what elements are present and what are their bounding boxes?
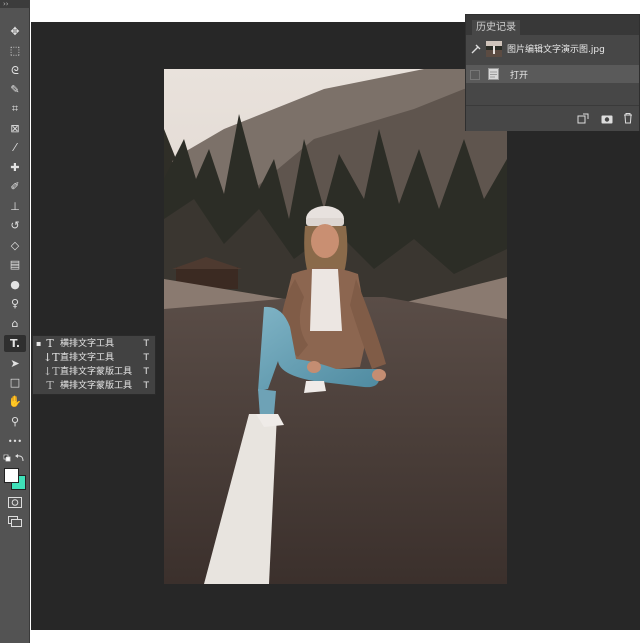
history-panel-tabbar: 历史记录	[466, 15, 639, 40]
tools-panel: ›› ✥ ⬚ ᘓ ✎ ⌗ ⊠ ⁄ ✚ ✐ ⊥ ↺ ◇ ▤ ● ♀ ⌂ T. ➤ …	[0, 0, 30, 643]
trash-icon[interactable]	[623, 112, 633, 124]
marquee-tool-icon[interactable]: ⬚	[4, 42, 26, 59]
panel-collapse-grip[interactable]: ››	[0, 0, 30, 8]
default-swap-colors-icon[interactable]	[3, 453, 27, 463]
history-brush-source-icon[interactable]	[470, 43, 482, 55]
flyout-item-label: 横排文字工具	[60, 339, 115, 349]
brush-tool-icon[interactable]: ✐	[4, 178, 26, 195]
pen-tool-icon[interactable]: ⌂	[4, 315, 26, 332]
history-footer	[466, 105, 639, 131]
flyout-item-shortcut: T	[143, 339, 150, 349]
hand-tool-icon[interactable]: ✋	[4, 393, 26, 410]
history-step-label: 打开	[510, 71, 529, 81]
history-panel: 历史记录 图片编辑文字演示图.jpg 打开	[465, 14, 640, 131]
dodge-tool-icon[interactable]: ♀	[4, 295, 26, 312]
snapshot-label: 图片编辑文字演示图.jpg	[507, 45, 605, 55]
quick-mask-icon[interactable]	[8, 497, 22, 508]
clone-stamp-tool-icon[interactable]: ⊥	[4, 198, 26, 215]
vertical-type-mask-icon: ↓T	[43, 365, 60, 378]
flyout-item-vertical-type[interactable]: ↓T 直排文字工具 T	[33, 351, 155, 365]
document-step-icon	[488, 68, 499, 80]
type-tool-flyout-menu: ▪ T 横排文字工具 T ↓T 直排文字工具 T ↓T 直排文字蒙版工具 T T…	[32, 335, 156, 395]
flyout-item-label: 直排文字工具	[60, 353, 115, 363]
frame-tool-icon[interactable]: ⊠	[4, 120, 26, 137]
screen-mode-icon[interactable]	[8, 516, 22, 527]
more-tools-icon[interactable]: •••	[4, 433, 26, 450]
flyout-item-shortcut: T	[143, 381, 150, 391]
vertical-type-icon: ↓T	[43, 351, 60, 364]
new-document-from-state-icon[interactable]	[577, 113, 589, 124]
type-tool-icon[interactable]: T.	[4, 335, 26, 352]
horizontal-type-mask-icon: T	[46, 379, 54, 392]
foreground-color-swatch[interactable]	[4, 468, 19, 483]
blur-tool-icon[interactable]: ●	[4, 276, 26, 293]
history-source-checkbox[interactable]	[470, 70, 480, 80]
crop-tool-icon[interactable]: ⌗	[4, 100, 26, 117]
quick-select-tool-icon[interactable]: ✎	[4, 81, 26, 98]
flyout-item-horizontal-type[interactable]: ▪ T 横排文字工具 T	[33, 337, 155, 351]
lasso-tool-icon[interactable]: ᘓ	[4, 62, 26, 79]
flyout-item-vertical-type-mask[interactable]: ↓T 直排文字蒙版工具 T	[33, 365, 155, 379]
horizontal-type-icon: T	[46, 337, 54, 350]
rectangle-tool-icon[interactable]: □	[4, 374, 26, 391]
camera-icon[interactable]	[601, 113, 613, 124]
eyedropper-tool-icon[interactable]: ⁄	[4, 139, 26, 156]
snapshot-thumbnail	[486, 41, 502, 57]
gradient-tool-icon[interactable]: ▤	[4, 256, 26, 273]
flyout-item-horizontal-type-mask[interactable]: T 横排文字蒙版工具 T	[33, 379, 155, 393]
selected-indicator: ▪	[36, 339, 42, 348]
history-brush-tool-icon[interactable]: ↺	[4, 217, 26, 234]
flyout-item-shortcut: T	[143, 367, 150, 377]
eraser-tool-icon[interactable]: ◇	[4, 237, 26, 254]
document-photo	[164, 69, 507, 584]
flyout-item-shortcut: T	[143, 353, 150, 363]
flyout-item-label: 直排文字蒙版工具	[60, 367, 133, 377]
history-step-open[interactable]: 打开	[466, 65, 639, 83]
flyout-item-label: 横排文字蒙版工具	[60, 381, 133, 391]
history-snapshot-row[interactable]: 图片编辑文字演示图.jpg	[466, 35, 639, 61]
move-tool-icon[interactable]: ✥	[4, 23, 26, 40]
healing-brush-tool-icon[interactable]: ✚	[4, 159, 26, 176]
path-select-tool-icon[interactable]: ➤	[4, 355, 26, 372]
zoom-tool-icon[interactable]: ⚲	[4, 413, 26, 430]
